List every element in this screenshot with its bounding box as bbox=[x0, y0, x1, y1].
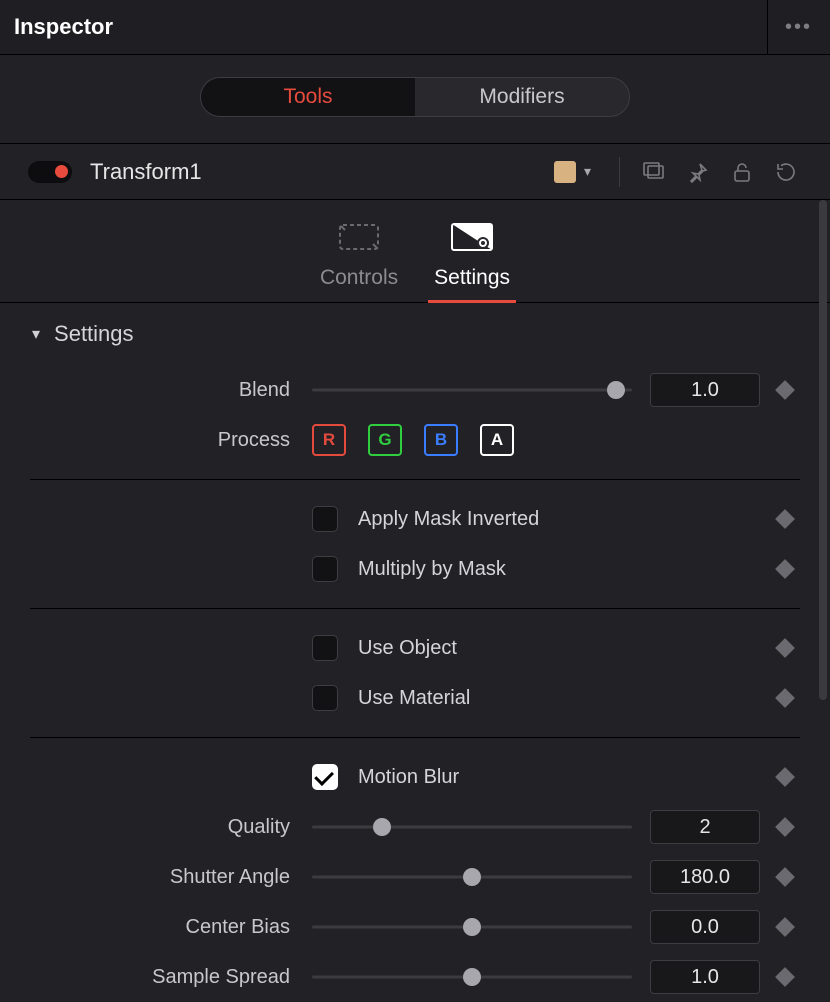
tab-controls[interactable]: Controls bbox=[320, 220, 398, 302]
checkbox-apply_mask_inverted[interactable] bbox=[312, 506, 338, 532]
reset-icon[interactable] bbox=[773, 159, 799, 185]
keyframe-use_material[interactable] bbox=[770, 691, 800, 705]
controls-icon bbox=[335, 220, 383, 254]
scrollbar[interactable] bbox=[819, 200, 827, 700]
label-blend: Blend bbox=[30, 379, 312, 402]
input-blend[interactable]: 1.0 bbox=[650, 373, 760, 407]
label-use_object: Use Object bbox=[358, 637, 457, 660]
keyframe-multiply_by_mask[interactable] bbox=[770, 562, 800, 576]
slider-sample_spread[interactable] bbox=[312, 968, 632, 986]
checkbox-use_material[interactable] bbox=[312, 685, 338, 711]
mode-tabs: Tools Modifiers bbox=[0, 55, 830, 144]
input-quality[interactable]: 2 bbox=[650, 810, 760, 844]
checkbox-use_object[interactable] bbox=[312, 635, 338, 661]
node-color-swatch[interactable] bbox=[554, 161, 576, 183]
keyframe-blend[interactable] bbox=[770, 383, 800, 397]
tab-settings[interactable]: Settings bbox=[434, 220, 510, 302]
row-use_object: Use Object bbox=[30, 623, 800, 673]
keyframe-shutter_angle[interactable] bbox=[770, 870, 800, 884]
row-shutter_angle: Shutter Angle 180.0 bbox=[30, 852, 800, 902]
section-header-settings[interactable]: ▾ Settings bbox=[0, 303, 830, 365]
slider-center_bias[interactable] bbox=[312, 918, 632, 936]
slider-shutter_angle[interactable] bbox=[312, 868, 632, 886]
keyframe-quality[interactable] bbox=[770, 820, 800, 834]
slider-blend[interactable] bbox=[312, 381, 632, 399]
label-process: Process bbox=[30, 429, 312, 452]
label-use_material: Use Material bbox=[358, 687, 470, 710]
panel-title: Inspector bbox=[14, 14, 113, 40]
row-quality: Quality 2 bbox=[30, 802, 800, 852]
row-process: Process RGBA bbox=[30, 415, 800, 465]
channel-r[interactable]: R bbox=[312, 424, 346, 456]
keyframe-center_bias[interactable] bbox=[770, 920, 800, 934]
label-quality: Quality bbox=[30, 816, 312, 839]
label-multiply_by_mask: Multiply by Mask bbox=[358, 558, 506, 581]
label-sample_spread: Sample Spread bbox=[30, 966, 312, 989]
settings-icon bbox=[448, 220, 496, 254]
label-apply_mask_inverted: Apply Mask Inverted bbox=[358, 508, 539, 531]
node-header: Transform1 ▾ bbox=[0, 144, 830, 200]
channel-b[interactable]: B bbox=[424, 424, 458, 456]
chevron-down-icon: ▾ bbox=[32, 324, 40, 344]
pin-icon[interactable] bbox=[685, 159, 711, 185]
tab-tools[interactable]: Tools bbox=[201, 78, 415, 116]
input-center_bias[interactable]: 0.0 bbox=[650, 910, 760, 944]
keyframe-apply_mask_inverted[interactable] bbox=[770, 512, 800, 526]
row-motion-blur: Motion Blur bbox=[30, 752, 800, 802]
row-sample_spread: Sample Spread 1.0 bbox=[30, 952, 800, 1002]
section-title: Settings bbox=[54, 321, 134, 347]
keyframe-sample_spread[interactable] bbox=[770, 970, 800, 984]
lock-icon[interactable] bbox=[729, 159, 755, 185]
keyframe-motion-blur[interactable] bbox=[770, 770, 800, 784]
keyframe-use_object[interactable] bbox=[770, 641, 800, 655]
label-center_bias: Center Bias bbox=[30, 916, 312, 939]
titlebar: Inspector ••• bbox=[0, 0, 830, 55]
node-name[interactable]: Transform1 bbox=[90, 159, 202, 185]
versions-icon[interactable] bbox=[641, 159, 667, 185]
checkbox-multiply_by_mask[interactable] bbox=[312, 556, 338, 582]
process-channels: RGBA bbox=[312, 424, 760, 456]
tab-modifiers[interactable]: Modifiers bbox=[415, 78, 629, 116]
label-shutter_angle: Shutter Angle bbox=[30, 866, 312, 889]
row-blend: Blend 1.0 bbox=[30, 365, 800, 415]
label-motion-blur: Motion Blur bbox=[358, 766, 459, 789]
more-icon[interactable]: ••• bbox=[785, 16, 812, 39]
row-use_material: Use Material bbox=[30, 673, 800, 723]
sub-tabs: Controls Settings bbox=[0, 200, 830, 303]
row-apply_mask_inverted: Apply Mask Inverted bbox=[30, 494, 800, 544]
slider-quality[interactable] bbox=[312, 818, 632, 836]
row-multiply_by_mask: Multiply by Mask bbox=[30, 544, 800, 594]
node-enable-toggle[interactable] bbox=[28, 161, 72, 183]
input-shutter_angle[interactable]: 180.0 bbox=[650, 860, 760, 894]
input-sample_spread[interactable]: 1.0 bbox=[650, 960, 760, 994]
row-center_bias: Center Bias 0.0 bbox=[30, 902, 800, 952]
channel-a[interactable]: A bbox=[480, 424, 514, 456]
channel-g[interactable]: G bbox=[368, 424, 402, 456]
chevron-down-icon[interactable]: ▾ bbox=[584, 163, 591, 180]
checkbox-motion-blur[interactable] bbox=[312, 764, 338, 790]
